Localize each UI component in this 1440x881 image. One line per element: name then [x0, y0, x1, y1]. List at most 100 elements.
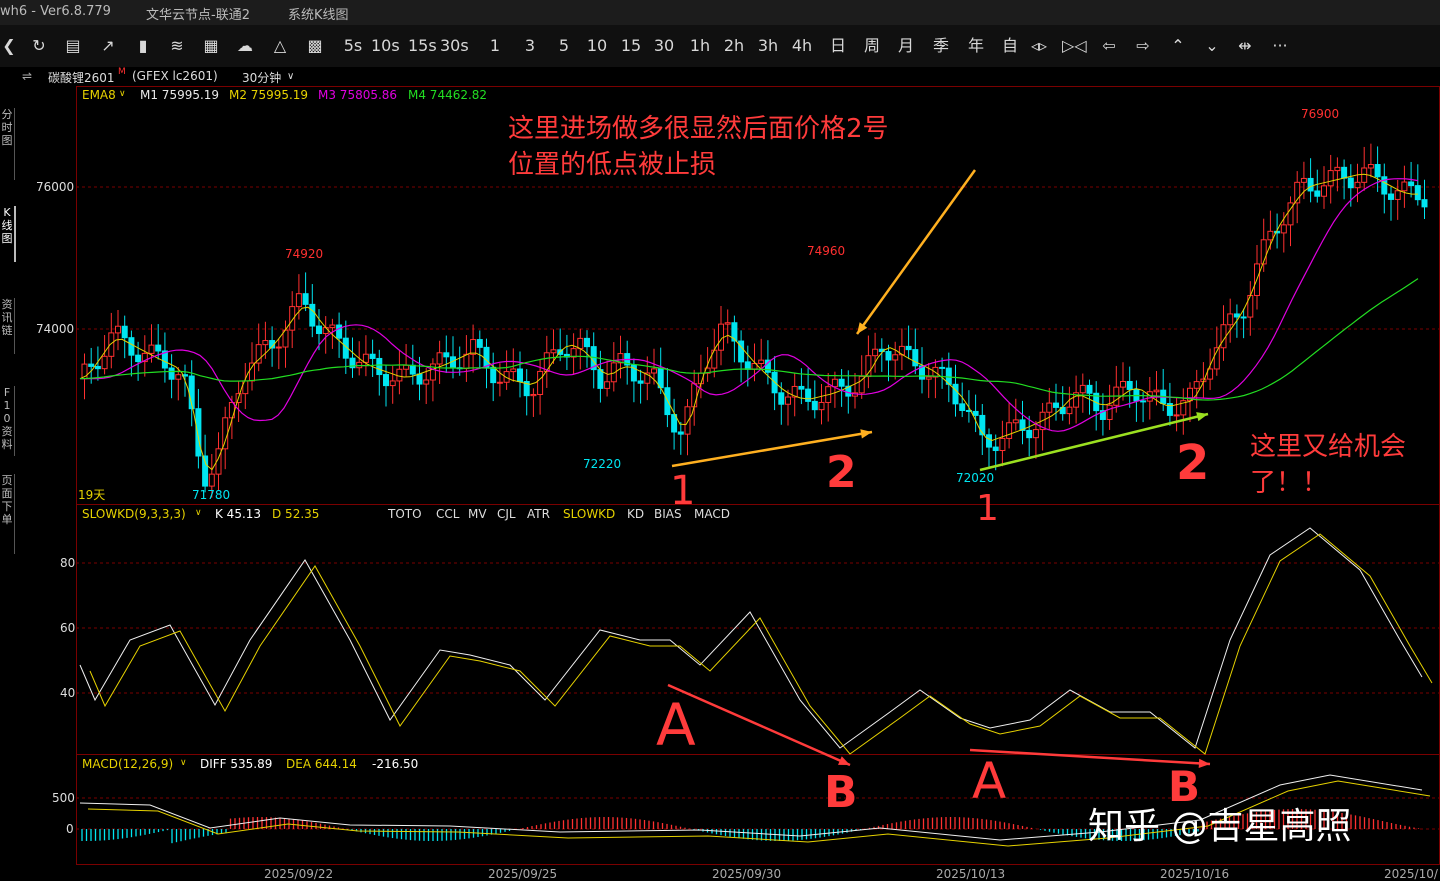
candle-body	[409, 364, 416, 375]
candle-body	[322, 327, 329, 335]
indicator-tab[interactable]: MV	[468, 507, 487, 521]
candle-body	[476, 339, 483, 348]
candle-body	[316, 325, 322, 335]
candle-body	[463, 353, 470, 370]
candle-body	[1354, 181, 1361, 189]
chevron-down-icon[interactable]: ∨	[180, 758, 187, 768]
candle-body	[778, 392, 785, 405]
moving-average-lines	[79, 173, 1419, 471]
candle-body	[115, 325, 121, 334]
candle-body	[831, 378, 838, 388]
date-label: 2025/10/16	[1160, 867, 1230, 881]
kd-d-line	[89, 533, 1433, 755]
candle-body	[992, 446, 999, 452]
candle-body	[195, 408, 202, 457]
candle-body	[798, 385, 805, 390]
indicator-tab[interactable]: KD	[627, 507, 644, 521]
orange-trend-arrow-head	[860, 429, 872, 439]
ma-line-m3	[80, 178, 1419, 432]
candle-body	[1006, 422, 1013, 439]
chevron-down-icon[interactable]: ∨	[195, 508, 202, 518]
candle-body	[1267, 230, 1274, 241]
price-high-label: 76900	[1301, 107, 1340, 121]
macd-legend-name[interactable]: MACD(12,26,9)	[82, 757, 173, 771]
candle-body	[1227, 313, 1234, 326]
candle-body	[470, 339, 477, 355]
candle-body	[805, 388, 812, 402]
candle-body	[1173, 414, 1180, 417]
candle-body	[496, 381, 503, 384]
macd-diff-value: DIFF 535.89	[200, 757, 273, 771]
annotation-mark-B: B	[824, 767, 858, 818]
chevron-down-icon[interactable]: ∨	[119, 89, 126, 99]
indicator-tab[interactable]: CCL	[436, 507, 459, 521]
candle-body	[1394, 190, 1401, 200]
price-high-label: 74960	[807, 244, 846, 258]
candle-body	[718, 323, 724, 351]
date-label: 2025/09/22	[264, 867, 334, 881]
annotation-mark-2: 2	[826, 447, 857, 498]
candle-body	[369, 353, 376, 359]
candle-body	[979, 414, 986, 436]
candle-body	[1140, 400, 1147, 403]
candle-body	[986, 434, 992, 448]
candle-body	[208, 473, 215, 487]
candle-body	[872, 348, 879, 357]
indicator-tab[interactable]: MACD	[694, 507, 730, 521]
candle-body	[128, 337, 135, 356]
date-label: 2025/09/25	[488, 867, 558, 881]
candle-body	[1401, 181, 1408, 192]
macd-dea-value: DEA 644.14	[286, 757, 357, 771]
candle-body	[1347, 177, 1354, 189]
candle-body	[724, 322, 731, 325]
candle-body	[1079, 384, 1086, 394]
candle-body	[577, 337, 584, 350]
candle-body	[510, 368, 517, 373]
candle-body	[1408, 181, 1415, 187]
candle-body	[684, 406, 691, 435]
ema-legend-name[interactable]: EMA8	[82, 88, 116, 102]
indicator-tab[interactable]: CJL	[497, 507, 516, 521]
candle-body	[329, 324, 336, 329]
candle-body	[1321, 185, 1327, 197]
candle-body	[550, 349, 557, 354]
orange-arrow	[855, 169, 977, 335]
candle-body	[148, 344, 155, 354]
candle-body	[1327, 170, 1334, 187]
candle-body	[262, 340, 269, 346]
indicator-tab[interactable]: TOTO	[388, 507, 422, 521]
candle-body	[637, 380, 644, 384]
candle-body	[838, 378, 845, 387]
candle-body	[892, 354, 899, 361]
annotation-mark-2: 2	[1176, 435, 1210, 491]
indicator-tab[interactable]: ATR	[527, 507, 550, 521]
candle-body	[403, 364, 410, 370]
candle-body	[537, 370, 544, 395]
main-panel-frame	[76, 86, 1440, 505]
candle-body	[1220, 324, 1227, 349]
annotation-right-line1: 这里又给机会	[1250, 432, 1407, 462]
annotation-right-line2: 了！！	[1250, 468, 1329, 498]
indicator-tab[interactable]: SLOWKD	[563, 507, 615, 521]
candle-body	[1106, 404, 1113, 420]
axis-label-500: 500	[52, 791, 75, 805]
candle-body	[490, 366, 497, 384]
candle-body	[168, 367, 175, 380]
annotation-mark-A: A	[656, 691, 696, 759]
candle-body	[758, 359, 765, 365]
candle-body	[135, 354, 142, 363]
candle-body	[1388, 193, 1394, 200]
candle-body	[436, 352, 443, 365]
candle-body	[483, 346, 490, 368]
candle-body	[1367, 164, 1374, 169]
candle-body	[101, 355, 108, 370]
candle-body	[155, 344, 162, 352]
macd-value: -216.50	[372, 757, 419, 771]
ma-line-m2	[79, 173, 1418, 471]
kd-legend-name[interactable]: SLOWKD(9,3,3,3)	[82, 507, 186, 521]
candle-body	[1066, 406, 1073, 415]
axis-label-0: 0	[66, 822, 74, 836]
candle-body	[651, 368, 657, 374]
date-label: 2025/10/13	[936, 867, 1006, 881]
candle-body	[785, 396, 791, 405]
